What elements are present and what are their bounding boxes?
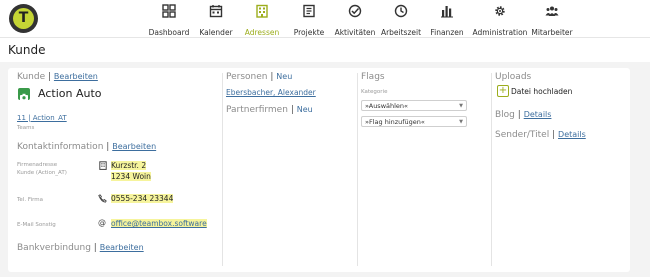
section-title: Bankverbindung [17, 243, 91, 253]
select-value: »Flag hinzufügen« [365, 118, 425, 126]
person-link[interactable]: Ebersbacher, Alexander [226, 88, 316, 97]
nav-label: Kalender [199, 28, 233, 37]
team-caption: Teams [17, 125, 35, 131]
nav-label: Aktivitäten [334, 28, 376, 37]
edit-contact-link[interactable]: Bearbeiten [112, 142, 156, 151]
page-header: Kunde [0, 37, 650, 62]
users-icon [545, 6, 559, 16]
chevron-down-icon: ▼ [459, 119, 463, 125]
edit-customer-link[interactable]: Bearbeiten [54, 72, 98, 81]
nav-item-administration[interactable]: Administration [470, 3, 530, 39]
section-title: Blog [495, 110, 515, 120]
nav-label: Arbeitszeit [380, 28, 422, 37]
sender-section-header: Sender/Titel | Details [495, 130, 586, 140]
logo-letter: T [13, 8, 34, 29]
customer-name: Action Auto [38, 87, 102, 100]
email-label: E-Mail Sonstig [17, 222, 56, 228]
nav-label: Finanzen [430, 28, 464, 37]
notebook-icon [303, 4, 315, 18]
check-circle-icon [348, 4, 362, 18]
persons-section-header: Personen | Neu [226, 72, 292, 82]
separator: | [48, 72, 52, 82]
section-title: Sender/Titel [495, 130, 550, 140]
customer-section-header: Kunde | Bearbeiten [17, 72, 98, 82]
separator: | [270, 72, 274, 82]
section-title: Personen [226, 72, 268, 82]
column-divider [357, 73, 358, 266]
at-sign-icon: @ [98, 218, 106, 227]
new-person-link[interactable]: Neu [276, 72, 292, 81]
nav-label: Dashboard [148, 28, 190, 37]
team-link[interactable]: 11 | Action_AT [17, 114, 67, 122]
separator: | [93, 243, 97, 253]
flags-section-title: Flags [361, 72, 385, 82]
separator: | [106, 142, 110, 152]
nav-label: Administration [472, 28, 528, 37]
customer-detail-card: Kunde | Bearbeiten Action Auto 11 | Acti… [8, 68, 630, 272]
upload-file-label[interactable]: Datei hochladen [511, 87, 572, 96]
nav-label: Adressen [244, 28, 280, 37]
building-icon [99, 161, 107, 172]
blog-section-header: Blog | Details [495, 110, 551, 120]
email-value[interactable]: office@teambox.software [111, 219, 207, 228]
bank-section-header: Bankverbindung | Bearbeiten [17, 243, 144, 253]
nav-label: Mitarbeiter [531, 28, 573, 37]
app-logo[interactable]: T [9, 4, 38, 33]
section-title: Kunde [17, 72, 46, 82]
page-title: Kunde [8, 43, 46, 57]
bar-chart-icon [441, 6, 453, 18]
address-label: Firmenadresse [17, 162, 58, 168]
section-title: Partnerfirmen [226, 105, 288, 115]
add-flag-select[interactable]: »Flag hinzufügen« ▼ [361, 116, 467, 127]
column-divider [222, 73, 223, 266]
separator: | [517, 110, 521, 120]
separator: | [290, 105, 294, 115]
category-label: Kategorie [361, 89, 388, 95]
uploads-section-title: Uploads [495, 72, 532, 82]
camera-icon[interactable] [18, 88, 30, 101]
phone-label: Tel. Firma [17, 197, 44, 203]
top-navigation-bar: T Dashboard Kalender Adressen Projekte A… [0, 0, 650, 37]
clock-icon [394, 4, 408, 18]
city-value: 1234 Woin [111, 172, 151, 181]
phone-value[interactable]: 0555-234 23344 [111, 194, 174, 203]
street-value: Kurzstr. 2 [111, 161, 147, 170]
plus-icon[interactable]: + [497, 85, 509, 97]
grid-icon [162, 4, 176, 18]
edit-bank-link[interactable]: Bearbeiten [100, 243, 144, 252]
separator: | [552, 130, 556, 140]
nav-item-mitarbeiter[interactable]: Mitarbeiter [522, 3, 582, 39]
new-partner-link[interactable]: Neu [297, 105, 313, 114]
sender-details-link[interactable]: Details [558, 130, 586, 139]
select-value: »Auswählen« [365, 102, 409, 110]
column-divider [491, 73, 492, 266]
blog-details-link[interactable]: Details [524, 110, 552, 119]
category-select[interactable]: »Auswählen« ▼ [361, 100, 467, 111]
building-icon [256, 4, 268, 18]
nav-label: Projekte [293, 28, 325, 37]
phone-icon [98, 194, 107, 205]
address-sublabel: Kunde (Action_AT) [17, 170, 67, 176]
partner-section-header: Partnerfirmen | Neu [226, 105, 313, 115]
calendar-icon [209, 5, 223, 18]
nav-item-finanzen[interactable]: Finanzen [417, 3, 477, 39]
contact-section-header: Kontaktinformation | Bearbeiten [17, 142, 156, 152]
chevron-down-icon: ▼ [459, 103, 463, 109]
gear-icon [495, 6, 505, 16]
section-title: Kontaktinformation [17, 142, 104, 152]
